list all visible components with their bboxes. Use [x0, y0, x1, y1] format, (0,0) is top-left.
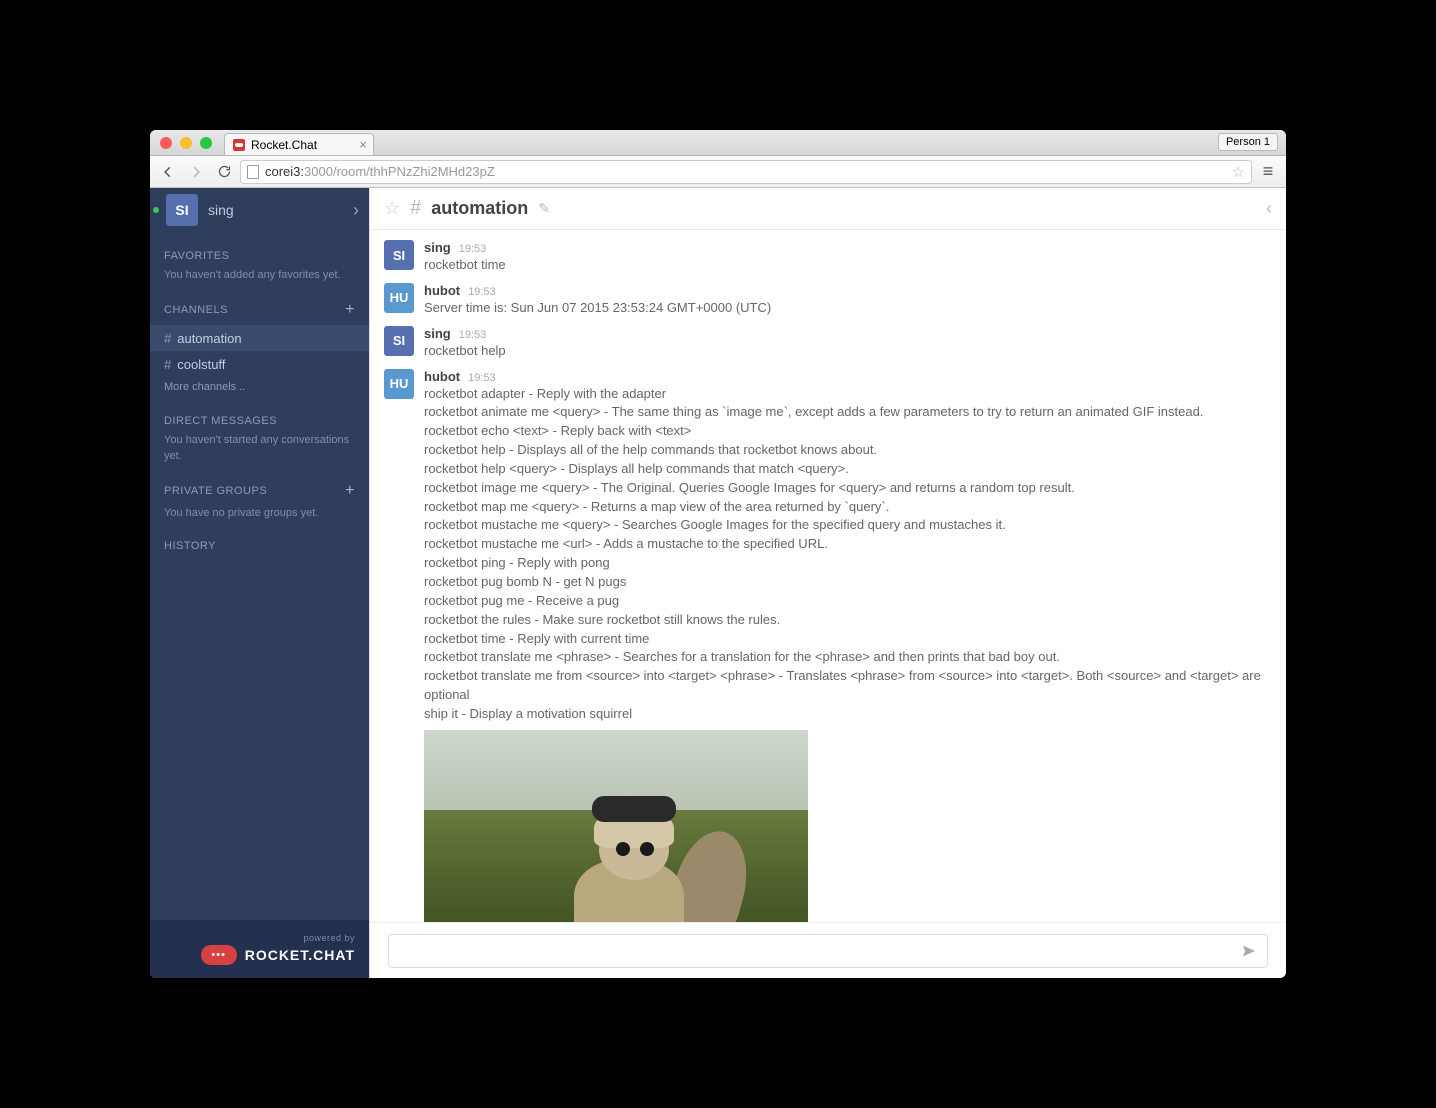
room-name: automation: [431, 198, 528, 219]
message-input[interactable]: [399, 943, 1233, 958]
rocketchat-icon: [201, 945, 237, 965]
back-button[interactable]: [156, 160, 180, 184]
channels-title: CHANNELS +: [164, 301, 355, 319]
page-icon: [247, 165, 259, 179]
powered-by: powered by: [303, 933, 355, 943]
chevron-right-icon[interactable]: ›: [353, 200, 359, 221]
message-text: rocketbot help: [424, 342, 1272, 361]
message-input-wrapper[interactable]: [388, 934, 1268, 968]
user-name: sing: [208, 202, 234, 218]
favicon: [233, 139, 245, 151]
tab-strip: Rocket.Chat ×: [224, 130, 374, 155]
message-avatar: HU: [384, 283, 414, 313]
history-title: HISTORY: [164, 540, 355, 552]
bookmark-star-icon[interactable]: ☆: [1232, 163, 1245, 181]
rocketchat-brand: ROCKET.CHAT: [245, 947, 355, 963]
more-channels-link[interactable]: More channels ..: [150, 377, 369, 397]
dm-section: DIRECT MESSAGES You haven't started any …: [150, 415, 369, 464]
close-window-button[interactable]: [160, 137, 172, 149]
favorite-room-icon[interactable]: ☆: [384, 198, 400, 219]
channel-label: automation: [177, 331, 241, 346]
message-time: 19:53: [459, 243, 487, 255]
sidebar: SI sing › FAVORITES You haven't added an…: [150, 188, 369, 978]
message-avatar: SI: [384, 240, 414, 270]
message-author: sing: [424, 240, 451, 255]
forward-button[interactable]: [184, 160, 208, 184]
add-channel-icon[interactable]: +: [345, 301, 355, 319]
main-panel: ☆ # automation ✎ ‹ SIsing19:53rocketbot …: [369, 188, 1286, 978]
browser-toolbar: corei3:3000/room/thhPNzZhi2MHd23pZ ☆ ≡: [150, 156, 1286, 188]
hash-icon: #: [410, 197, 421, 220]
url-path: 3000/room/thhPNzZhi2MHd23pZ: [304, 164, 495, 179]
browser-window: Rocket.Chat × Person 1 corei3:3000/room/…: [150, 130, 1286, 978]
message-author: hubot: [424, 283, 460, 298]
profile-badge[interactable]: Person 1: [1218, 133, 1278, 151]
history-section[interactable]: HISTORY: [150, 540, 369, 552]
message-text: rocketbot adapter - Reply with the adapt…: [424, 385, 1272, 724]
favorites-section: FAVORITES You haven't added any favorite…: [150, 250, 369, 283]
message: HU hubot 19:53Server time is: Sun Jun 07 2…: [370, 279, 1286, 322]
message: SI sing 19:53rocketbot help: [370, 322, 1286, 365]
pg-section: PRIVATE GROUPS + You have no private gro…: [150, 482, 369, 521]
message-time: 19:53: [459, 329, 487, 341]
sidebar-channel-coolstuff[interactable]: # coolstuff: [150, 351, 369, 377]
browser-tab[interactable]: Rocket.Chat ×: [224, 133, 374, 155]
message-body: hubot 19:53Server time is: Sun Jun 07 201…: [424, 283, 1272, 318]
rocketchat-logo[interactable]: ROCKET.CHAT: [201, 945, 355, 965]
sidebar-footer: powered by ROCKET.CHAT: [150, 920, 369, 978]
hash-icon: #: [164, 357, 171, 372]
pg-title: PRIVATE GROUPS +: [164, 482, 355, 500]
message-author: hubot: [424, 369, 460, 384]
pg-hint: You have no private groups yet.: [164, 506, 355, 521]
maximize-window-button[interactable]: [200, 137, 212, 149]
toggle-right-panel-icon[interactable]: ‹: [1266, 198, 1272, 219]
add-group-icon[interactable]: +: [345, 482, 355, 500]
sidebar-channel-automation[interactable]: # automation: [150, 325, 369, 351]
message-body: sing 19:53rocketbot help: [424, 326, 1272, 361]
user-avatar: SI: [166, 194, 198, 226]
window-controls: [160, 137, 212, 149]
room-header: ☆ # automation ✎ ‹: [370, 188, 1286, 230]
browser-menu-button[interactable]: ≡: [1256, 161, 1280, 182]
message-text: Server time is: Sun Jun 07 2015 23:53:24…: [424, 299, 1272, 318]
close-tab-icon[interactable]: ×: [359, 137, 367, 152]
app-root: SI sing › FAVORITES You haven't added an…: [150, 188, 1286, 978]
message-list[interactable]: SIsing19:53rocketbot timeHUhubot19:53Ser…: [370, 230, 1286, 922]
message-avatar: HU: [384, 369, 414, 399]
tab-title: Rocket.Chat: [251, 138, 317, 152]
dm-title: DIRECT MESSAGES: [164, 415, 355, 427]
message-body: sing 19:53rocketbot time: [424, 240, 1272, 275]
send-icon[interactable]: [1241, 943, 1257, 959]
sidebar-user[interactable]: SI sing ›: [150, 188, 369, 232]
favorites-title: FAVORITES: [164, 250, 355, 262]
message: HU hubot 19:53rocketbot adapter - Reply wi…: [370, 365, 1286, 922]
composer: [370, 922, 1286, 978]
hash-icon: #: [164, 331, 171, 346]
message-author: sing: [424, 326, 451, 341]
message-text: rocketbot time: [424, 256, 1272, 275]
message: SI sing 19:53rocketbot time: [370, 236, 1286, 279]
browser-titlebar: Rocket.Chat × Person 1: [150, 130, 1286, 156]
edit-room-icon[interactable]: ✎: [538, 200, 550, 217]
dm-hint: You haven't started any conversations ye…: [164, 433, 355, 464]
channel-label: coolstuff: [177, 357, 225, 372]
message-time: 19:53: [468, 286, 496, 298]
address-bar[interactable]: corei3:3000/room/thhPNzZhi2MHd23pZ ☆: [240, 160, 1252, 184]
presence-indicator: [153, 207, 159, 213]
message-body: hubot 19:53rocketbot adapter - Reply with…: [424, 369, 1272, 922]
favorites-hint: You haven't added any favorites yet.: [164, 268, 355, 283]
minimize-window-button[interactable]: [180, 137, 192, 149]
url-host: corei3:: [265, 164, 304, 179]
message-image-attachment[interactable]: [424, 730, 808, 922]
channels-section: CHANNELS +: [150, 301, 369, 319]
message-time: 19:53: [468, 372, 496, 384]
message-avatar: SI: [384, 326, 414, 356]
reload-button[interactable]: [212, 160, 236, 184]
channel-list: # automation # coolstuff: [150, 325, 369, 377]
